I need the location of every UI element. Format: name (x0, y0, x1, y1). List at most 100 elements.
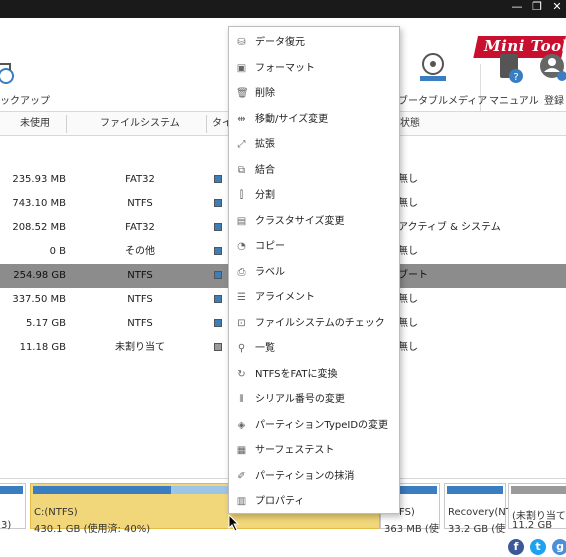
menu-item-convert-ntfs-fat[interactable]: ↻ NTFSをFATに変換 (229, 362, 399, 388)
status-cell: 無し (398, 294, 418, 305)
filesystem-cell: FAT32 (125, 174, 155, 185)
partition-type-icon (214, 343, 222, 351)
menu-item-label: 一覧 (255, 343, 275, 354)
filesystem-cell: NTFS (127, 294, 153, 305)
filesystem-cell: その他 (125, 246, 155, 257)
filesystem-cell: NTFS (127, 198, 153, 209)
menu-item-cluster-size[interactable]: ▤ クラスタサイズ変更 (229, 209, 399, 235)
mouse-cursor-icon (228, 514, 240, 532)
partition-size: 11.2 GB (512, 520, 553, 531)
column-status[interactable]: 状態 (400, 112, 420, 136)
menu-item-alignment[interactable]: ☰ アライメント (229, 285, 399, 311)
partition-size: 3) (1, 520, 12, 531)
unused-cell: 5.17 GB (25, 318, 66, 329)
close-button[interactable]: ✕ (548, 0, 566, 18)
properties-icon: ▥ (236, 496, 247, 507)
facebook-icon[interactable]: f (508, 539, 524, 555)
copy-icon: ◔ (237, 241, 246, 252)
context-menu: ⛁ データ復元 ▣ フォーマット 🗑 削除 ⇹ 移動/サイズ変更 ⤢ 拡張 ⧉ … (228, 26, 400, 514)
menu-item-label-partition[interactable]: ⎙ ラベル (229, 260, 399, 286)
menu-item-label: アライメント (255, 292, 315, 303)
disk-partition-recovery[interactable]: Recovery(NT 33.2 GB (使 (444, 483, 512, 535)
format-icon: ▣ (236, 62, 247, 74)
surface-test-icon: ▦ (236, 445, 247, 456)
google-plus-icon[interactable]: g (552, 539, 566, 555)
register-label[interactable]: 登録 (544, 92, 564, 107)
split-icon: ⫿ (239, 190, 244, 201)
menu-item-label: 移動/サイズ変更 (255, 113, 329, 125)
wipe-icon: ✐ (237, 470, 246, 482)
svg-text:?: ? (513, 72, 518, 83)
menu-item-label: 結合 (255, 164, 275, 176)
partition-type-icon (214, 295, 222, 303)
menu-item-surface-test[interactable]: ▦ サーフェステスト (229, 438, 399, 464)
column-separator[interactable] (66, 115, 67, 133)
backup-icon[interactable] (0, 58, 18, 88)
explore-icon: ⚲ (237, 343, 246, 354)
menu-item-label: ラベル (255, 266, 285, 278)
disk-partition-unallocated[interactable]: (未割り当て) 11.2 GB (508, 483, 566, 531)
menu-item-label: クラスタサイズ変更 (255, 215, 345, 227)
restore-button[interactable]: ❐ (528, 0, 546, 18)
menu-item-label: プロパティ (255, 496, 305, 507)
menu-item-data-recovery[interactable]: ⛁ データ復元 (229, 30, 399, 56)
status-cell: 無し (398, 318, 418, 329)
status-cell: 無し (398, 246, 418, 257)
menu-item-split[interactable]: ⫿ 分割 (229, 183, 399, 209)
partition-size: 430.1 GB (使用済: 40%) (34, 524, 151, 535)
manual-icon[interactable]: ? (496, 52, 526, 86)
menu-item-label: 分割 (255, 190, 275, 201)
register-icon[interactable] (538, 52, 566, 86)
unused-cell: 0 B (49, 246, 66, 257)
bootable-media-icon[interactable] (416, 52, 450, 86)
convert-icon: ↻ (237, 368, 246, 380)
minimize-button[interactable]: — (508, 0, 526, 18)
menu-item-label: データ復元 (255, 37, 305, 48)
menu-item-delete[interactable]: 🗑 削除 (229, 81, 399, 107)
menu-item-copy[interactable]: ◔ コピー (229, 234, 399, 260)
partition-type-icon (214, 319, 222, 327)
partition-type-icon (214, 271, 222, 279)
menu-item-label: NTFSをFATに変換 (255, 368, 338, 380)
social-footer: f t g (0, 534, 566, 557)
bootable-media-label[interactable]: ブータブルメディア (398, 92, 487, 107)
menu-item-move-resize[interactable]: ⇹ 移動/サイズ変更 (229, 107, 399, 133)
column-unused[interactable]: 未使用 (20, 112, 50, 136)
menu-item-format[interactable]: ▣ フォーマット (229, 56, 399, 82)
align-icon: ☰ (237, 292, 246, 303)
menu-item-extend[interactable]: ⤢ 拡張 (229, 132, 399, 158)
unused-cell: 254.98 GB (13, 270, 66, 281)
menu-item-check-filesystem[interactable]: ⊡ ファイルシステムのチェック (229, 311, 399, 337)
partition-name: C:(NTFS) (34, 507, 78, 518)
status-cell: 無し (398, 342, 418, 353)
manual-label[interactable]: マニュアル (489, 92, 539, 107)
cluster-icon: ▤ (236, 215, 247, 227)
menu-item-change-serial[interactable]: ⦀ シリアル番号の変更 (229, 387, 399, 413)
twitter-icon[interactable]: t (530, 539, 546, 555)
filesystem-cell: NTFS (127, 318, 153, 329)
menu-item-change-typeid[interactable]: ◈ パーティションTypeIDの変更 (229, 413, 399, 439)
backup-label[interactable]: ックアップ (0, 92, 50, 107)
typeid-icon: ◈ (237, 419, 246, 431)
partition-usage-bar (511, 486, 566, 494)
menu-item-merge[interactable]: ⧉ 結合 (229, 158, 399, 184)
menu-item-label: フォーマット (255, 62, 315, 74)
menu-item-properties[interactable]: ▥ プロパティ (229, 489, 399, 515)
check-fs-icon: ⊡ (237, 317, 246, 329)
menu-item-label: ファイルシステムのチェック (255, 317, 385, 329)
menu-item-explore[interactable]: ⚲ 一覧 (229, 336, 399, 362)
label-icon: ⎙ (237, 266, 246, 278)
menu-item-label: シリアル番号の変更 (255, 394, 345, 405)
status-cell: アクティブ & システム (398, 222, 501, 233)
partition-used-fill (33, 486, 171, 494)
status-cell: 無し (398, 198, 418, 209)
title-bar: — ❐ ✕ (0, 0, 566, 18)
partition-type-icon (214, 199, 222, 207)
disk-partition-block[interactable]: 3) (0, 483, 26, 531)
unused-cell: 337.50 MB (12, 294, 66, 305)
column-filesystem[interactable]: ファイルシステム (100, 112, 180, 136)
menu-item-wipe-partition[interactable]: ✐ パーティションの抹消 (229, 464, 399, 490)
merge-icon: ⧉ (237, 164, 246, 176)
column-separator[interactable] (206, 115, 207, 133)
filesystem-cell: NTFS (127, 270, 153, 281)
